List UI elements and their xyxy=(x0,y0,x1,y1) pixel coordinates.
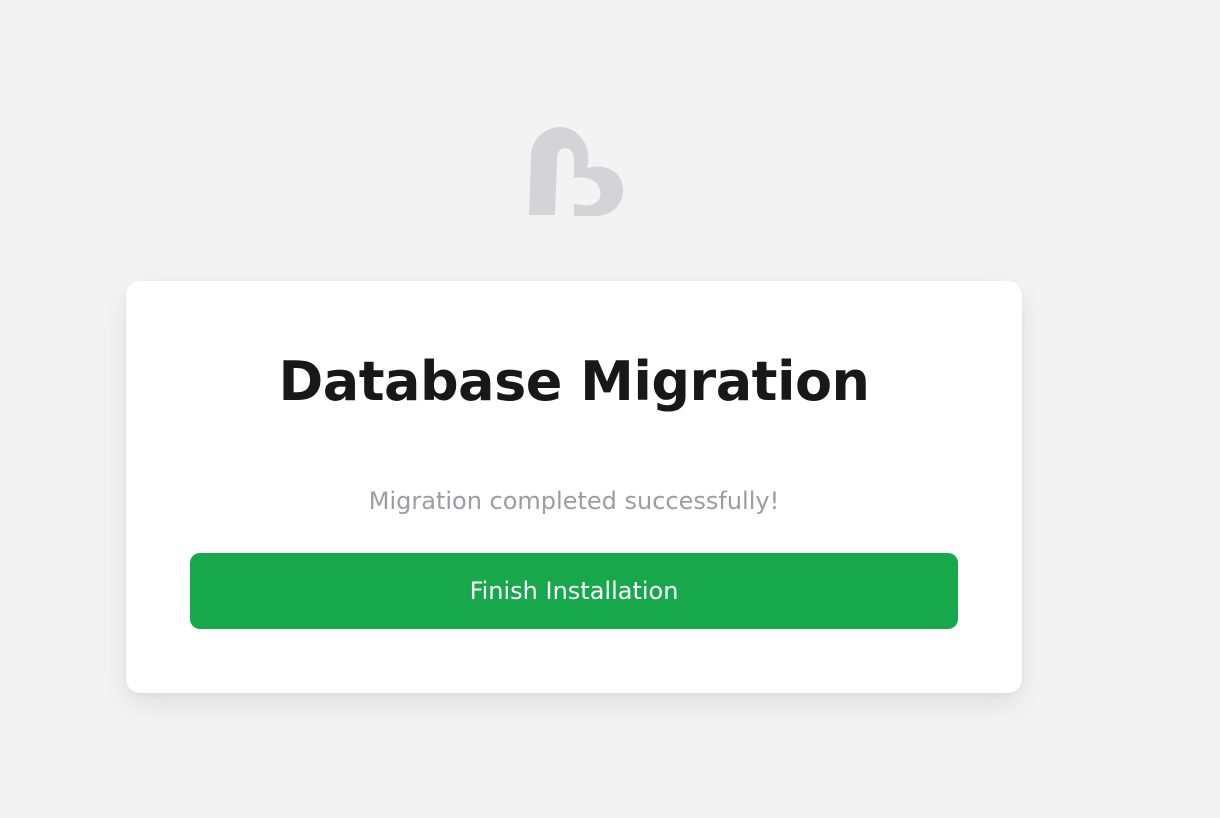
migration-card: Database Migration Migration completed s… xyxy=(126,281,1022,693)
installer-page: Database Migration Migration completed s… xyxy=(0,0,1220,818)
status-message: Migration completed successfully! xyxy=(368,487,780,515)
page-title: Database Migration xyxy=(278,350,870,413)
finish-installation-button[interactable]: Finish Installation xyxy=(190,553,958,629)
brand-logo-icon xyxy=(524,120,624,218)
